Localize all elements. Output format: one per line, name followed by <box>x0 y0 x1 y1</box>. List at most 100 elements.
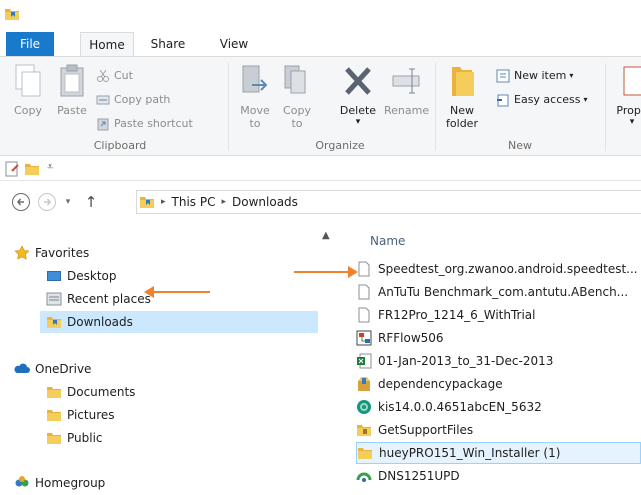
file-name: Speedtest_org.zwanoo.android.speedtest..… <box>378 262 638 276</box>
quick-access-toolbar: ⩡ <box>0 157 641 181</box>
rename-label: Rename <box>384 104 430 117</box>
tab-home[interactable]: Home <box>80 32 134 57</box>
copy-label: Copy <box>14 104 42 117</box>
nav-documents[interactable]: Documents <box>46 381 310 403</box>
delete-button[interactable]: Delete ▾ <box>336 63 380 127</box>
downloads-folder-icon <box>47 317 61 328</box>
clipboard-group-label: Clipboard <box>93 139 147 152</box>
folder-icon <box>47 387 61 398</box>
paste-label: Paste <box>57 104 87 117</box>
scissors-icon <box>97 69 109 82</box>
tab-file[interactable]: File <box>6 32 54 56</box>
paste-shortcut-button[interactable]: Paste shortcut <box>96 115 193 133</box>
nav-onedrive[interactable]: OneDrive <box>14 358 310 380</box>
breadcrumb-this-pc[interactable]: This PC <box>172 195 216 209</box>
nav-pictures[interactable]: Pictures <box>46 404 310 426</box>
nav-pictures-label: Pictures <box>67 408 115 422</box>
new-folder-icon <box>452 67 474 96</box>
paste-button[interactable]: Paste <box>54 63 90 117</box>
move-to-label: Move <box>240 104 270 117</box>
homegroup-icon <box>15 476 29 487</box>
nav-downloads[interactable]: Downloads <box>40 311 319 333</box>
copy-to-button[interactable]: Copy to <box>280 63 314 130</box>
back-button[interactable] <box>10 191 32 213</box>
file-row[interactable]: AnTuTu Benchmark_com.antutu.ABench... <box>356 281 641 303</box>
paste-shortcut-label: Paste shortcut <box>114 117 193 130</box>
nav-desktop-label: Desktop <box>67 269 117 283</box>
file-row[interactable]: DNS1251UPD <box>356 465 641 487</box>
rename-button[interactable]: Rename <box>384 63 430 117</box>
recent-locations-dropdown[interactable]: ▾ <box>60 191 76 213</box>
copy-button[interactable]: Copy <box>10 63 46 117</box>
breadcrumb-separator: ▸ <box>221 197 227 207</box>
move-to-label-2: to <box>249 117 261 130</box>
file-row[interactable]: kis14.0.0.4651abcEN_5632 <box>356 396 641 418</box>
column-header-name[interactable]: Name <box>370 234 405 248</box>
ribbon-separator <box>605 63 606 151</box>
customize-qat-dropdown[interactable]: ⩡ <box>47 160 53 174</box>
new-folder-label-2: folder <box>446 117 478 130</box>
star-icon <box>14 245 30 260</box>
breadcrumb-separator: ▸ <box>161 197 166 207</box>
file-row[interactable]: hueyPRO151_Win_Installer (1) <box>356 442 641 464</box>
file-name: 01-Jan-2013_to_31-Dec-2013 <box>378 354 554 368</box>
address-bar[interactable]: ▸ This PC ▸ Downloads <box>136 190 641 214</box>
organize-group-label: Organize <box>315 139 365 152</box>
new-item-button[interactable]: New item ▾ <box>496 67 573 85</box>
file-list-pane: Name Speedtest_org.zwanoo.android.speedt… <box>338 222 641 495</box>
scroll-up-arrow[interactable]: ▲ <box>322 230 330 241</box>
tab-view[interactable]: View <box>212 32 256 56</box>
file-name: FR12Pro_1214_6_WithTrial <box>378 308 536 322</box>
new-folder-qat-icon[interactable] <box>24 161 40 177</box>
forward-button[interactable] <box>36 191 58 213</box>
folder-icon <box>47 410 61 421</box>
nav-recent-places-label: Recent places <box>67 292 151 306</box>
new-folder-label: New <box>450 104 474 117</box>
nav-favorites[interactable]: Favorites <box>14 242 310 264</box>
nav-documents-label: Documents <box>67 385 136 399</box>
nav-public-label: Public <box>67 431 103 445</box>
annotation-arrow-right <box>294 266 358 278</box>
cloud-icon <box>14 363 30 373</box>
breadcrumb-downloads[interactable]: Downloads <box>232 195 298 209</box>
file-row[interactable]: RFFlow506 <box>356 327 641 349</box>
new-folder-button[interactable]: New folder <box>442 63 482 130</box>
folder-icon <box>47 433 61 444</box>
tab-share[interactable]: Share <box>146 32 190 56</box>
ribbon-separator <box>228 63 229 151</box>
nav-public[interactable]: Public <box>46 427 310 449</box>
delete-label: Delete <box>339 104 377 117</box>
cut-button[interactable]: Cut <box>96 67 133 85</box>
properties-dropdown-arrow[interactable]: ▾ <box>612 117 641 127</box>
recent-places-icon <box>46 292 62 306</box>
up-button[interactable]: ↑ <box>80 191 102 213</box>
nav-onedrive-label: OneDrive <box>35 362 92 376</box>
easy-access-dropdown-arrow: ▾ <box>583 95 588 104</box>
easy-access-icon <box>497 94 509 107</box>
rename-icon <box>392 68 420 94</box>
file-name: AnTuTu Benchmark_com.antutu.ABench... <box>378 285 629 299</box>
desktop-icon <box>47 271 61 281</box>
nav-scrollbar[interactable]: ▲ <box>318 222 336 495</box>
easy-access-label: Easy access <box>514 93 581 106</box>
file-row[interactable]: 01-Jan-2013_to_31-Dec-2013 <box>356 350 641 372</box>
nav-downloads-label: Downloads <box>67 315 133 329</box>
file-row[interactable]: Speedtest_org.zwanoo.android.speedtest..… <box>356 258 641 280</box>
file-name: RFFlow506 <box>378 331 444 345</box>
nav-homegroup[interactable]: Homegroup <box>14 472 310 494</box>
file-row[interactable]: dependencypackage <box>356 373 641 395</box>
move-to-button[interactable]: Move to <box>238 63 272 130</box>
delete-dropdown-arrow[interactable]: ▾ <box>336 117 380 127</box>
file-name: dependencypackage <box>378 377 503 391</box>
copy-path-button[interactable]: Copy path <box>96 91 170 109</box>
title-bar <box>0 0 641 32</box>
new-item-label: New item <box>514 69 567 82</box>
annotation-arrow-left <box>144 286 210 298</box>
file-row[interactable]: FR12Pro_1214_6_WithTrial <box>356 304 641 326</box>
cut-label: Cut <box>114 69 133 82</box>
properties-qat-icon[interactable] <box>4 161 20 177</box>
properties-button[interactable]: Prope ▾ <box>612 63 641 127</box>
file-row[interactable]: GetSupportFiles <box>356 419 641 441</box>
copy-path-label: Copy path <box>114 93 171 106</box>
easy-access-button[interactable]: Easy access ▾ <box>496 91 588 109</box>
